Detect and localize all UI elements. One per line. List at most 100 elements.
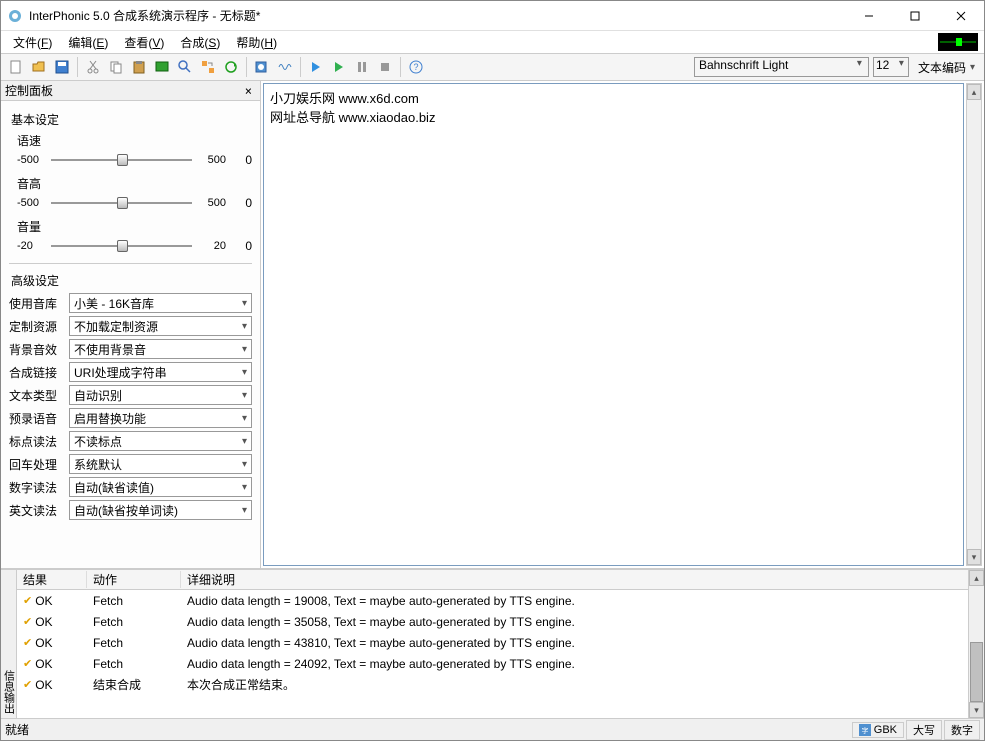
menu-synth[interactable]: 合成(S) <box>174 32 226 53</box>
new-button[interactable] <box>5 56 27 78</box>
scroll-down-icon[interactable]: ▾ <box>967 549 981 565</box>
encoding-button[interactable]: 文本编码▾ <box>913 57 980 77</box>
slider-label: 语速 <box>17 132 252 149</box>
log-scrollbar[interactable]: ▴ ▾ <box>968 570 984 718</box>
menu-view[interactable]: 查看(V) <box>118 32 170 53</box>
setting-select[interactable]: URI处理成字符串 <box>69 362 252 382</box>
log-row[interactable]: ✔OK 结束合成 本次合成正常结束。 <box>17 674 968 695</box>
copy-button[interactable] <box>105 56 127 78</box>
refresh-button[interactable] <box>220 56 242 78</box>
size-select[interactable]: 12▾ <box>873 57 909 77</box>
window-title: InterPhonic 5.0 合成系统演示程序 - 无标题* <box>29 7 846 24</box>
slider-min: -20 <box>17 240 45 252</box>
advanced-section-title: 高级设定 <box>11 272 252 289</box>
scroll-down-icon[interactable]: ▾ <box>969 702 984 718</box>
log-desc-text: Audio data length = 24092, Text = maybe … <box>181 657 968 671</box>
wave-button[interactable] <box>274 56 296 78</box>
setting-select[interactable]: 小美 - 16K音库 <box>69 293 252 313</box>
setting-label: 定制资源 <box>9 318 65 335</box>
editor-scrollbar[interactable]: ▴ ▾ <box>966 83 982 566</box>
screen-button[interactable] <box>151 56 173 78</box>
check-icon: ✔ <box>23 678 32 691</box>
slider-track[interactable] <box>51 237 192 255</box>
status-ready: 就绪 <box>5 721 850 738</box>
scroll-thumb[interactable] <box>970 642 983 702</box>
play-button[interactable] <box>305 56 327 78</box>
setting-select[interactable]: 不读标点 <box>69 431 252 451</box>
slider-max: 500 <box>198 197 226 209</box>
slider-max: 20 <box>198 240 226 252</box>
control-panel: 控制面板 × 基本设定 语速 -500 500 0 音高 -500 500 <box>1 81 261 568</box>
app-window: InterPhonic 5.0 合成系统演示程序 - 无标题* 文件(F) 编辑… <box>0 0 985 741</box>
activity-indicator <box>938 33 978 51</box>
paste-button[interactable] <box>128 56 150 78</box>
menu-help[interactable]: 帮助(H) <box>230 32 283 53</box>
main-area: 控制面板 × 基本设定 语速 -500 500 0 音高 -500 500 <box>1 81 984 568</box>
text-editor[interactable]: 小刀娱乐网 www.x6d.com网址总导航 www.xiaodao.biz <box>263 83 964 566</box>
menu-edit[interactable]: 编辑(E) <box>62 32 114 53</box>
log-desc-text: 本次合成正常结束。 <box>181 676 968 693</box>
scroll-up-icon[interactable]: ▴ <box>969 570 984 586</box>
svg-text:字: 字 <box>861 726 868 735</box>
log-row[interactable]: ✔OK Fetch Audio data length = 19008, Tex… <box>17 590 968 611</box>
close-button[interactable] <box>938 1 984 31</box>
status-caps: 大写 <box>906 720 942 740</box>
cut-button[interactable] <box>82 56 104 78</box>
panel-close-button[interactable]: × <box>241 84 256 98</box>
log-status-text: OK <box>35 678 52 692</box>
stop-button[interactable] <box>374 56 396 78</box>
setting-label: 标点读法 <box>9 433 65 450</box>
setting-select[interactable]: 自动(缺省按单词读) <box>69 500 252 520</box>
svg-text:?: ? <box>413 62 418 72</box>
slider-label: 音量 <box>17 218 252 235</box>
log-status-text: OK <box>35 657 52 671</box>
status-encoding: 字 GBK <box>852 722 904 738</box>
check-icon: ✔ <box>23 657 32 670</box>
log-row[interactable]: ✔OK Fetch Audio data length = 35058, Tex… <box>17 611 968 632</box>
save-button[interactable] <box>51 56 73 78</box>
find-button[interactable] <box>174 56 196 78</box>
pause-button[interactable] <box>351 56 373 78</box>
log-header: 结果 动作 详细说明 <box>17 570 968 590</box>
replace-button[interactable] <box>197 56 219 78</box>
slider-label: 音高 <box>17 175 252 192</box>
log-action-text: Fetch <box>87 636 181 650</box>
setting-label: 背景音效 <box>9 341 65 358</box>
log-tab[interactable]: 信息输出 <box>1 570 17 718</box>
log-row[interactable]: ✔OK Fetch Audio data length = 43810, Tex… <box>17 632 968 653</box>
slider-min: -500 <box>17 154 45 166</box>
slider-min: -500 <box>17 197 45 209</box>
font-select[interactable]: Bahnschrift Light▾ <box>694 57 869 77</box>
log-desc-text: Audio data length = 35058, Text = maybe … <box>181 615 968 629</box>
setting-select[interactable]: 启用替换功能 <box>69 408 252 428</box>
slider-track[interactable] <box>51 151 192 169</box>
setting-select[interactable]: 不加载定制资源 <box>69 316 252 336</box>
open-button[interactable] <box>28 56 50 78</box>
log-row[interactable]: ✔OK Fetch Audio data length = 24092, Tex… <box>17 653 968 674</box>
log-action-text: Fetch <box>87 594 181 608</box>
setting-select[interactable]: 系统默认 <box>69 454 252 474</box>
setting-label: 文本类型 <box>9 387 65 404</box>
titlebar: InterPhonic 5.0 合成系统演示程序 - 无标题* <box>1 1 984 31</box>
setting-select[interactable]: 不使用背景音 <box>69 339 252 359</box>
slider-track[interactable] <box>51 194 192 212</box>
log-action-text: Fetch <box>87 657 181 671</box>
setting-select[interactable]: 自动识别 <box>69 385 252 405</box>
play-selection-button[interactable] <box>328 56 350 78</box>
setting-select[interactable]: 自动(缺省读值) <box>69 477 252 497</box>
scroll-up-icon[interactable]: ▴ <box>967 84 981 100</box>
maximize-button[interactable] <box>892 1 938 31</box>
slider-max: 500 <box>198 154 226 166</box>
menubar: 文件(F) 编辑(E) 查看(V) 合成(S) 帮助(H) <box>1 31 984 53</box>
log-header-result: 结果 <box>17 571 87 588</box>
voice-button[interactable] <box>251 56 273 78</box>
minimize-button[interactable] <box>846 1 892 31</box>
menu-file[interactable]: 文件(F) <box>7 32 58 53</box>
statusbar: 就绪 字 GBK 大写 数字 <box>1 718 984 740</box>
setting-label: 合成链接 <box>9 364 65 381</box>
control-panel-title: 控制面板 <box>5 82 53 99</box>
log-action-text: 结束合成 <box>87 676 181 693</box>
slider-value: 0 <box>232 153 252 167</box>
help-button[interactable]: ? <box>405 56 427 78</box>
setting-label: 预录语音 <box>9 410 65 427</box>
